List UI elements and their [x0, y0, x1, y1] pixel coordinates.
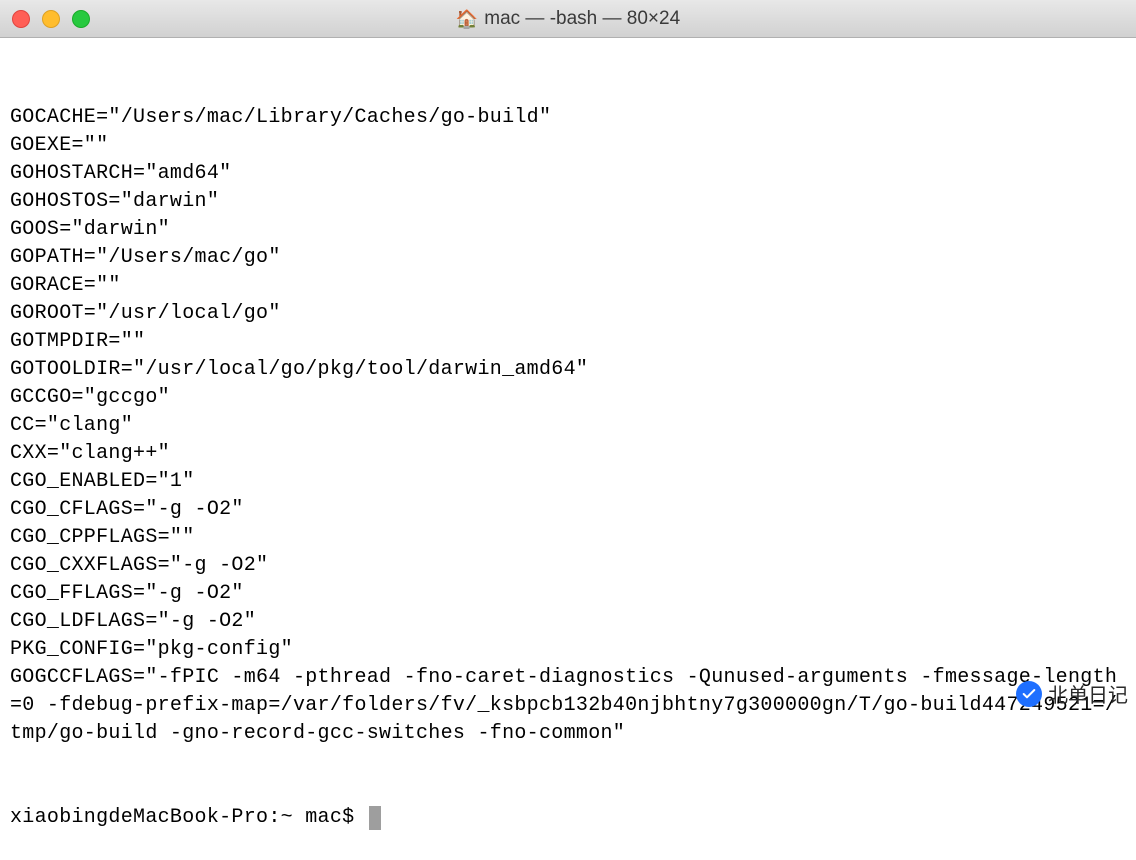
- terminal-line: CXX="clang++": [10, 440, 1126, 468]
- window-titlebar: 🏠 mac — -bash — 80×24: [0, 0, 1136, 38]
- terminal-line: GOPATH="/Users/mac/go": [10, 244, 1126, 272]
- watermark: 北单日记: [1016, 679, 1128, 708]
- home-icon: 🏠: [456, 10, 478, 28]
- terminal-line: CGO_FFLAGS="-g -O2": [10, 580, 1126, 608]
- terminal-line: CGO_CPPFLAGS="": [10, 524, 1126, 552]
- terminal-line: GOGCCFLAGS="-fPIC -m64 -pthread -fno-car…: [10, 664, 1126, 748]
- terminal-line: GOHOSTARCH="amd64": [10, 160, 1126, 188]
- terminal-line: CGO_LDFLAGS="-g -O2": [10, 608, 1126, 636]
- close-button[interactable]: [12, 10, 30, 28]
- terminal-line: CC="clang": [10, 412, 1126, 440]
- terminal-line: GOEXE="": [10, 132, 1126, 160]
- maximize-button[interactable]: [72, 10, 90, 28]
- terminal-line: PKG_CONFIG="pkg-config": [10, 636, 1126, 664]
- terminal-cursor: [369, 806, 381, 830]
- terminal-line: GOTMPDIR="": [10, 328, 1126, 356]
- terminal-line: GOROOT="/usr/local/go": [10, 300, 1126, 328]
- terminal-output[interactable]: GOCACHE="/Users/mac/Library/Caches/go-bu…: [0, 38, 1136, 860]
- watermark-text: 北单日记: [1048, 679, 1128, 708]
- terminal-line: GOCACHE="/Users/mac/Library/Caches/go-bu…: [10, 104, 1126, 132]
- terminal-line: CGO_ENABLED="1": [10, 468, 1126, 496]
- terminal-line: GCCGO="gccgo": [10, 384, 1126, 412]
- terminal-line: CGO_CFLAGS="-g -O2": [10, 496, 1126, 524]
- window-controls: [12, 10, 90, 28]
- terminal-line: CGO_CXXFLAGS="-g -O2": [10, 552, 1126, 580]
- terminal-line: GORACE="": [10, 272, 1126, 300]
- window-title: 🏠 mac — -bash — 80×24: [456, 8, 680, 30]
- terminal-line: GOTOOLDIR="/usr/local/go/pkg/tool/darwin…: [10, 356, 1126, 384]
- terminal-prompt-line: xiaobingdeMacBook-Pro:~ mac$: [10, 804, 1126, 832]
- terminal-line: GOOS="darwin": [10, 216, 1126, 244]
- terminal-prompt: xiaobingdeMacBook-Pro:~ mac$: [10, 804, 367, 832]
- terminal-line: GOHOSTOS="darwin": [10, 188, 1126, 216]
- window-title-text: mac — -bash — 80×24: [484, 8, 680, 30]
- watermark-icon: [1016, 681, 1042, 707]
- minimize-button[interactable]: [42, 10, 60, 28]
